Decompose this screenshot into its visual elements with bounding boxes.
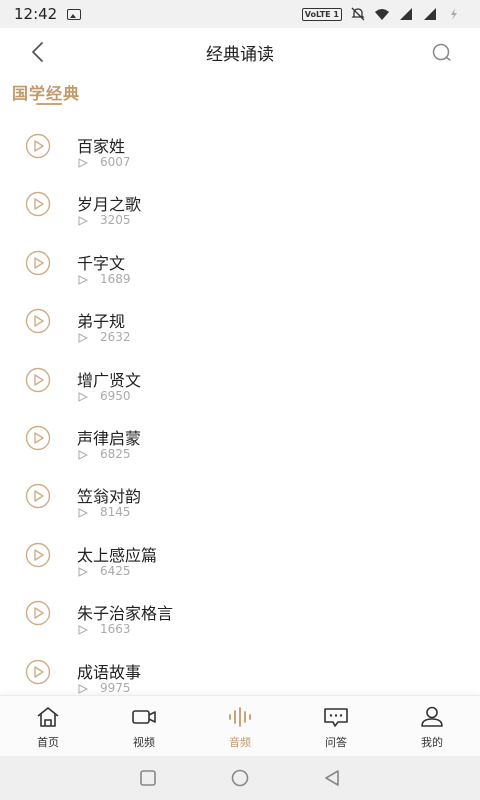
home-circle-icon[interactable] (230, 768, 250, 788)
play-count: 6825 (100, 446, 131, 461)
list-item[interactable]: 声律启蒙 6825 (0, 407, 480, 465)
tab-label: 我的 (421, 736, 443, 749)
list-item[interactable]: 弟子规 2632 (0, 290, 480, 348)
list-item[interactable]: 笠翁对韵 8145 (0, 465, 480, 523)
play-circle-icon[interactable] (25, 542, 51, 568)
user-icon (421, 706, 443, 727)
play-circle-icon[interactable] (25, 425, 51, 451)
list-item[interactable]: 百家姓 6007 (0, 115, 480, 173)
play-count: 9975 (100, 680, 131, 695)
play-circle-icon[interactable] (25, 659, 51, 685)
list-item[interactable]: 成语故事 9975 (0, 641, 480, 699)
play-count-icon (78, 508, 88, 519)
play-count-icon (78, 625, 88, 635)
play-count: 6007 (100, 155, 131, 169)
play-circle-icon[interactable] (25, 133, 51, 159)
list-item[interactable]: 千字文 1689 (0, 232, 480, 290)
list-item[interactable]: 增广贤文 6950 (0, 349, 480, 407)
list-item[interactable]: 朱子治家格言 1663 (0, 582, 480, 640)
recents-square-icon[interactable] (138, 768, 158, 788)
play-count: 1689 (100, 271, 131, 286)
tab-label: 视频 (133, 736, 155, 749)
search-icon[interactable] (430, 41, 454, 65)
tab-home[interactable]: 首页 (0, 696, 96, 756)
play-circle-icon[interactable] (25, 191, 51, 217)
play-count-icon (78, 391, 88, 402)
item-title: 百家姓 (77, 137, 126, 156)
home-icon (37, 707, 59, 727)
play-circle-icon[interactable] (25, 367, 51, 393)
item-title: 太上感应篇 (77, 545, 158, 565)
tab-label: 音频 (229, 736, 251, 749)
list-item[interactable]: 太上感应篇 6425 (0, 524, 480, 582)
section-title: 国学经典 (12, 84, 81, 103)
item-title: 笠翁对韵 (77, 487, 142, 507)
status-bar: 12:42 VoLTE 1 (0, 0, 480, 28)
play-count-icon (78, 683, 88, 694)
play-count-icon (78, 566, 88, 577)
play-count-icon (78, 158, 88, 168)
play-count: 6950 (100, 388, 131, 403)
play-count: 2632 (100, 330, 131, 345)
page-title: 经典诵读 (206, 45, 274, 65)
item-title: 岁月之歌 (77, 195, 142, 215)
play-count-icon (78, 274, 88, 285)
volte-badge: VoLTE 1 (301, 7, 342, 21)
tab-mine[interactable]: 我的 (384, 696, 480, 756)
back-triangle-icon[interactable] (322, 768, 342, 788)
play-count-icon (78, 216, 88, 227)
item-title: 朱子治家格言 (77, 604, 174, 624)
section-underline (36, 103, 62, 105)
status-time: 12:42 (14, 5, 58, 23)
signal-icon (400, 8, 412, 20)
play-circle-icon[interactable] (25, 250, 51, 276)
play-count: 6425 (100, 563, 131, 578)
item-title: 弟子规 (77, 312, 126, 332)
play-count: 3205 (100, 213, 131, 228)
chat-bubble-icon (324, 708, 348, 727)
play-count: 8145 (100, 505, 131, 520)
item-title: 声律启蒙 (77, 428, 142, 448)
list-item[interactable]: 岁月之歌 3205 (0, 173, 480, 231)
signal-2-icon (424, 8, 436, 20)
play-circle-icon[interactable] (25, 483, 51, 509)
item-title: 成语故事 (77, 662, 142, 682)
item-title: 增广贤文 (77, 370, 142, 390)
video-camera-icon (132, 710, 156, 724)
wifi-icon (375, 9, 389, 20)
play-count-icon (78, 450, 88, 460)
item-title: 千字文 (77, 253, 126, 273)
tab-audio[interactable]: 音频 (192, 696, 288, 756)
audio-list: 百家姓 6007 岁月之歌 3205 千字文 1689 弟子规 2632 增广贤… (0, 115, 480, 699)
image-notification-icon (67, 8, 82, 20)
play-circle-icon[interactable] (25, 600, 51, 626)
audio-wave-icon (229, 707, 251, 727)
tab-video[interactable]: 视频 (96, 696, 192, 756)
tab-qa[interactable]: 问答 (288, 696, 384, 756)
battery-charging-icon (451, 8, 457, 20)
play-count-icon (78, 333, 88, 343)
play-count: 1663 (100, 622, 131, 637)
status-icons: VoLTE 1 (301, 7, 462, 21)
tab-label: 首页 (37, 736, 59, 749)
header: 经典诵读 (0, 28, 480, 76)
play-circle-icon[interactable] (25, 308, 51, 334)
system-nav-bar (0, 756, 480, 800)
bottom-tab-bar: 首页 视频 音频 问答 我的 (0, 695, 480, 756)
tab-label: 问答 (325, 736, 347, 749)
mute-bell-icon (351, 7, 365, 21)
